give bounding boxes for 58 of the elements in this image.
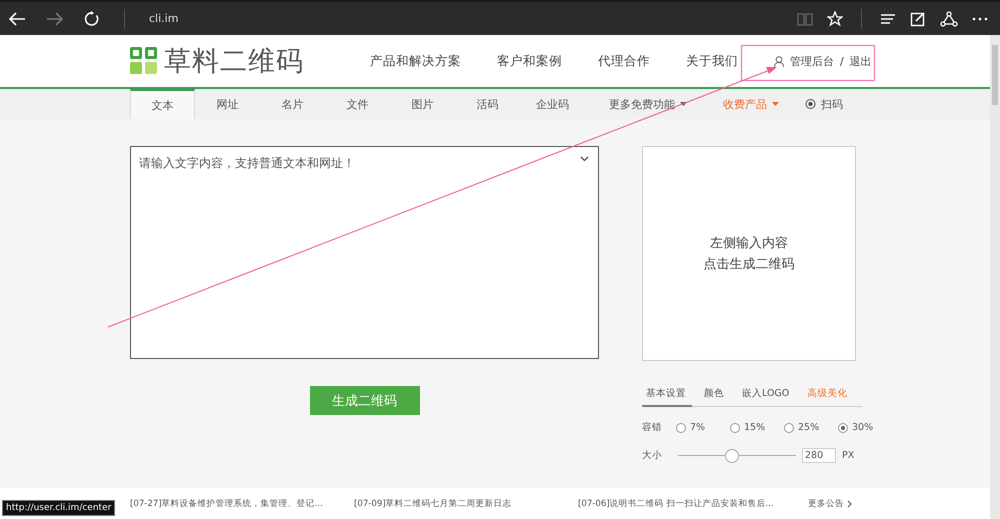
- status-url: http://user.cli.im/center: [2, 500, 116, 516]
- unit-label: PX: [842, 450, 854, 461]
- more-news-link[interactable]: 更多公告: [808, 498, 852, 510]
- preview-hint: 点击生成二维码: [704, 256, 794, 273]
- option-label: 30%: [852, 422, 874, 433]
- camera-icon: [805, 98, 816, 110]
- option-label: 7%: [690, 422, 706, 433]
- nav-tab[interactable]: 图片: [390, 89, 455, 119]
- separator-text: /: [840, 54, 844, 68]
- radio-button[interactable]: [676, 422, 686, 432]
- news-link[interactable]: [07-09]草料二维码七月第二周更新日志: [354, 498, 578, 510]
- option-label: 25%: [798, 422, 820, 433]
- admin-link[interactable]: 管理后台: [790, 54, 834, 68]
- address-field[interactable]: cli.im: [149, 12, 178, 25]
- field-label: 容错: [642, 421, 662, 434]
- more-icon[interactable]: [972, 16, 988, 20]
- radio-button[interactable]: [838, 422, 848, 432]
- nav-link[interactable]: 关于我们: [686, 52, 738, 70]
- nav-tab[interactable]: 文本: [130, 89, 195, 119]
- star-icon[interactable]: [827, 10, 843, 26]
- field-label: 大小: [642, 449, 662, 462]
- nav-link[interactable]: 客户和案例: [497, 52, 562, 70]
- nav-tab[interactable]: 网址: [195, 89, 260, 119]
- nav-link[interactable]: 产品和解决方案: [370, 52, 461, 70]
- nav-tab[interactable]: 企业码: [520, 89, 585, 119]
- refresh-icon[interactable]: [84, 10, 100, 26]
- share-icon[interactable]: [940, 10, 958, 26]
- nav-link[interactable]: 代理合作: [598, 52, 650, 70]
- logo-icon[interactable]: [130, 47, 158, 75]
- nav-tab[interactable]: 名片: [260, 89, 325, 119]
- size-input-field[interactable]: 280: [802, 448, 836, 463]
- news-link[interactable]: [07-27]草料设备维护管理系统，集管理、登记...: [130, 498, 354, 510]
- book-icon[interactable]: [797, 12, 813, 26]
- user-icon: [774, 56, 784, 66]
- caret-icon: [680, 102, 687, 106]
- nav-tab[interactable]: 扫码: [791, 89, 857, 119]
- nav-tab[interactable]: 文件: [325, 89, 390, 119]
- note-icon[interactable]: [910, 10, 926, 26]
- text-input-field[interactable]: 请输入文字内容，支持普通文本和网址！: [130, 146, 599, 359]
- caret-icon: [772, 102, 779, 106]
- option-label: 15%: [744, 422, 766, 433]
- news-link[interactable]: [07-06]说明书二维码 扫一扫让产品安装和售后...: [578, 498, 802, 510]
- preview-hint: 左侧输入内容: [710, 235, 788, 252]
- radio-button[interactable]: [784, 422, 794, 432]
- logout-link[interactable]: 退出: [850, 54, 872, 68]
- menu-icon[interactable]: [880, 12, 896, 24]
- chevron-icon[interactable]: [580, 156, 589, 162]
- nav-tab[interactable]: 更多免费功能: [585, 89, 711, 119]
- settings-tab[interactable]: 颜色: [700, 387, 730, 406]
- chevron-right-icon: [847, 500, 852, 508]
- back-icon[interactable]: [8, 10, 26, 26]
- settings-tab[interactable]: 嵌入LOGO: [738, 387, 796, 406]
- nav-tab[interactable]: 活码: [455, 89, 520, 119]
- scrollbar[interactable]: [990, 35, 1000, 519]
- forward-icon[interactable]: [46, 10, 64, 26]
- settings-tab[interactable]: 基本设置: [642, 387, 692, 407]
- radio-button[interactable]: [730, 422, 740, 432]
- logo-text[interactable]: 草料二维码: [164, 43, 304, 79]
